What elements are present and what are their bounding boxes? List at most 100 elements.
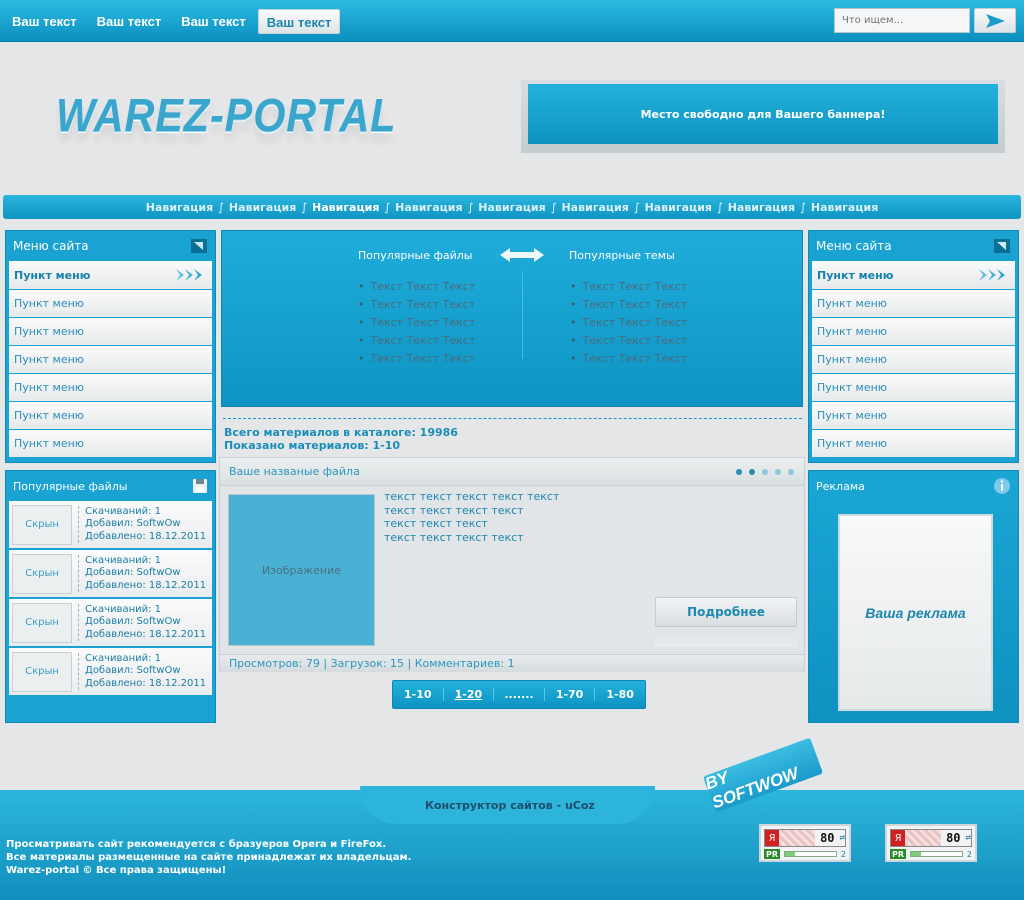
list-item[interactable]: Текст Текст Текст — [570, 278, 688, 296]
nav-link[interactable]: Навигация — [811, 201, 878, 214]
page-ellipsis[interactable]: ....... — [494, 688, 545, 701]
right-menu-item[interactable]: Пункт меню — [812, 290, 1015, 317]
nav-link[interactable]: Навигация — [229, 201, 296, 214]
right-menu-item[interactable]: Пункт меню — [812, 430, 1015, 457]
list-item[interactable]: Текст Текст Текст — [570, 296, 688, 314]
nav-separator: ∫ — [716, 200, 723, 214]
constructor-link[interactable]: Конструктор сайтов - uCoz — [425, 799, 595, 812]
nav-link[interactable]: Навигация — [728, 201, 795, 214]
nav-link-active[interactable]: Навигация — [312, 201, 379, 214]
page-link[interactable]: 1-70 — [545, 688, 596, 701]
info-icon[interactable] — [993, 477, 1011, 495]
top-nav-item[interactable]: Ваш текст — [89, 9, 170, 34]
tab-popular-files[interactable]: Популярные файлы — [358, 249, 473, 262]
counter-pr: PR — [764, 849, 780, 859]
right-menu-item[interactable]: Пункт меню — [812, 402, 1015, 429]
left-menu-item[interactable]: Пункт меню — [9, 374, 212, 401]
list-item[interactable]: Текст Текст Текст — [358, 296, 476, 314]
footer-line: Warez-portal © Все права защищены! — [6, 865, 227, 876]
menu-item-label: Пункт меню — [817, 353, 888, 366]
file-thumbnail[interactable]: Скрын — [12, 602, 72, 643]
top-nav-item[interactable]: Ваш текст — [4, 9, 85, 34]
page-link-active[interactable]: 1-20 — [444, 688, 495, 701]
page-link[interactable]: 1-80 — [595, 688, 645, 701]
list-item[interactable]: Текст Текст Текст — [570, 350, 688, 368]
entry-image[interactable]: Изображение — [228, 494, 375, 646]
list-item[interactable]: Текст Текст Текст — [358, 278, 476, 296]
entry-text-line: текст текст текст текст — [384, 503, 524, 517]
left-menu-item[interactable]: Пункт меню — [9, 402, 212, 429]
tab-popular-topics[interactable]: Популярные темы — [569, 249, 675, 262]
right-menu: Меню сайта Пункт меню Пункт меню Пункт м… — [808, 230, 1019, 463]
file-downloads: Скачиваний: 1 — [85, 505, 162, 517]
popular-file-item[interactable]: Скрын Скачиваний: 1 Добавил: SoftwOw Доб… — [9, 501, 212, 548]
total-materials: Всего материалов в каталоге: 19986 — [224, 426, 458, 439]
right-menu-item-active[interactable]: Пункт меню — [812, 261, 1015, 289]
popular-file-item[interactable]: Скрын Скачиваний: 1 Добавил: SoftwOw Доб… — [9, 648, 212, 695]
counter-top: Я 80 ⇄ — [890, 829, 972, 847]
search-input[interactable] — [834, 8, 970, 33]
right-menu-item[interactable]: Пункт меню — [812, 346, 1015, 373]
left-menu-item[interactable]: Пункт меню — [9, 290, 212, 317]
more-button[interactable]: Подробнее — [655, 597, 797, 627]
list-item[interactable]: Текст Текст Текст — [358, 350, 476, 368]
footer-line: Просматривать сайт рекомендуется с бразу… — [6, 839, 387, 850]
page-link[interactable]: 1-10 — [393, 688, 444, 701]
nav-separator: ∫ — [301, 200, 308, 214]
menu-item-label: Пункт меню — [14, 268, 91, 282]
popular-file-item[interactable]: Скрын Скачиваний: 1 Добавил: SoftwOw Доб… — [9, 550, 212, 597]
rating-dot[interactable] — [788, 468, 794, 475]
left-menu-item[interactable]: Пункт меню — [9, 346, 212, 373]
left-menu-title: Меню сайта — [13, 239, 89, 253]
site-logo[interactable]: WAREZ-PORTAL — [56, 88, 396, 142]
popular-file-item[interactable]: Скрын Скачиваний: 1 Добавил: SoftwOw Доб… — [9, 599, 212, 646]
counter-bottom: PR 2 — [890, 849, 972, 859]
list-item[interactable]: Текст Текст Текст — [358, 332, 476, 350]
file-thumbnail[interactable]: Скрын — [12, 651, 72, 692]
right-menu-title: Меню сайта — [816, 239, 892, 253]
popular-files-panel: Популярные файлы Скрын Скачиваний: 1 Доб… — [5, 470, 216, 723]
list-item[interactable]: Текст Текст Текст — [358, 314, 476, 332]
counter-top: Я 80 ⇄ — [764, 829, 846, 847]
footer-notes: Просматривать сайт рекомендуется с бразу… — [6, 838, 411, 877]
nav-link[interactable]: Навигация — [146, 201, 213, 214]
file-thumbnail[interactable]: Скрын — [12, 504, 72, 545]
top-nav-item[interactable]: Ваш текст — [173, 9, 254, 34]
top-nav: Ваш текст Ваш текст Ваш текст Ваш текст — [4, 9, 344, 34]
arrow-right-icon — [986, 13, 1005, 28]
file-author: Добавил: SoftwOw — [85, 616, 181, 628]
rating-dot[interactable] — [736, 468, 742, 475]
ad-card[interactable]: Ваша реклама — [838, 514, 993, 711]
file-thumbnail[interactable]: Скрын — [12, 553, 72, 594]
double-arrow-icon[interactable] — [500, 247, 544, 263]
right-menu-item[interactable]: Пункт меню — [812, 374, 1015, 401]
nav-link[interactable]: Навигация — [478, 201, 545, 214]
left-menu-item[interactable]: Пункт меню — [9, 430, 212, 457]
yandex-counter[interactable]: Я 80 ⇄ PR 2 — [885, 824, 977, 862]
rating-dot[interactable] — [775, 468, 781, 475]
search-button[interactable] — [974, 8, 1016, 33]
menu-item-label: Пункт меню — [14, 325, 85, 338]
menu-item-label: Пункт меню — [14, 409, 85, 422]
nav-separator: ∫ — [384, 200, 391, 214]
nav-separator: ∫ — [467, 200, 474, 214]
list-item[interactable]: Текст Текст Текст — [570, 332, 688, 350]
left-menu-item[interactable]: Пункт меню — [9, 318, 212, 345]
yandex-counter[interactable]: Я 80 ⇄ PR 2 — [759, 824, 851, 862]
top-nav-item-active[interactable]: Ваш текст — [257, 9, 341, 34]
counter-value: 80 — [946, 831, 961, 845]
list-item[interactable]: Текст Текст Текст — [570, 314, 688, 332]
nav-link[interactable]: Навигация — [561, 201, 628, 214]
entry-title[interactable]: Ваше названые файла — [229, 465, 360, 478]
rating-dot[interactable] — [749, 468, 755, 475]
nav-link[interactable]: Навигация — [645, 201, 712, 214]
left-menu-item-active[interactable]: Пункт меню — [9, 261, 212, 289]
counter-pattern — [779, 830, 815, 846]
rating-dot[interactable] — [762, 468, 768, 475]
menu-item-label: Пункт меню — [14, 353, 85, 366]
right-menu-item[interactable]: Пункт меню — [812, 318, 1015, 345]
banner-slot[interactable]: Место свободно для Вашего баннера! — [521, 80, 1005, 153]
nav-link[interactable]: Навигация — [395, 201, 462, 214]
left-menu-header: Меню сайта — [9, 231, 212, 261]
rating-dots[interactable] — [736, 468, 794, 475]
